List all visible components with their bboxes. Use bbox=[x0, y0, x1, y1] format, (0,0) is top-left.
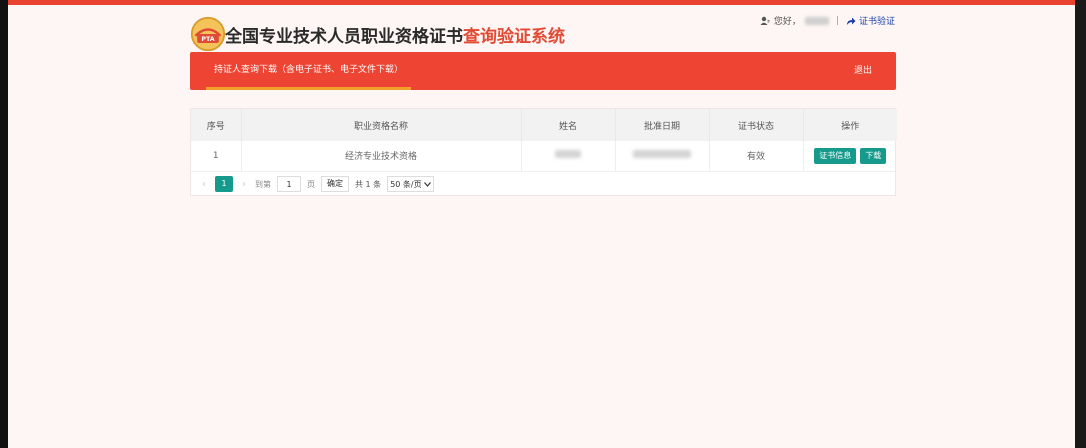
col-header-index: 序号 bbox=[191, 109, 242, 141]
goto-prefix: 到第 bbox=[255, 179, 271, 189]
certificate-table-card: 序号 职业资格名称 姓名 批准日期 证书状态 操作 1 经济专业技术资格 有效 … bbox=[190, 108, 897, 196]
prev-page-icon[interactable]: ‹ bbox=[199, 179, 209, 190]
pta-logo-icon: PTA bbox=[190, 16, 226, 52]
user-icon bbox=[760, 16, 770, 25]
title-accent: 查询验证系统 bbox=[463, 27, 565, 47]
user-area: 您好， | 证书验证 bbox=[760, 14, 895, 27]
cell-qualification: 经济专业技术资格 bbox=[241, 141, 522, 172]
total-count: 共 1 条 bbox=[355, 179, 382, 189]
table-row: 1 经济专业技术资格 有效 证书信息 下载 bbox=[191, 141, 897, 172]
goto-suffix: 页 bbox=[307, 179, 315, 189]
tab-holder-query-download[interactable]: 持证人查询下载（含电子证书、电子文件下载） bbox=[206, 52, 412, 90]
chevron-down-icon bbox=[423, 181, 431, 187]
col-header-name: 姓名 bbox=[521, 109, 616, 141]
share-arrow-icon bbox=[846, 17, 856, 25]
download-button[interactable]: 下载 bbox=[860, 147, 887, 164]
col-header-approval-date: 批准日期 bbox=[615, 109, 710, 141]
cell-name bbox=[521, 141, 616, 172]
top-accent-strip bbox=[8, 0, 1075, 5]
goto-page-input[interactable] bbox=[277, 176, 301, 192]
verify-certificate-link[interactable]: 证书验证 bbox=[846, 14, 895, 27]
username-redacted bbox=[804, 16, 829, 25]
cell-actions: 证书信息 下载 bbox=[803, 141, 897, 172]
app-window: PTA 全国专业技术人员职业资格证书查询验证系统 您好， | 证书验证 持证人查… bbox=[8, 0, 1075, 448]
certificate-info-button[interactable]: 证书信息 bbox=[814, 147, 857, 164]
main-nav-bar: 持证人查询下载（含电子证书、电子文件下载） 退出 bbox=[190, 52, 896, 90]
col-header-status: 证书状态 bbox=[709, 109, 804, 141]
date-redacted bbox=[633, 150, 691, 159]
certificate-table: 序号 职业资格名称 姓名 批准日期 证书状态 操作 1 经济专业技术资格 有效 … bbox=[191, 109, 897, 172]
next-page-icon[interactable]: › bbox=[239, 179, 249, 190]
logout-button[interactable]: 退出 bbox=[854, 52, 872, 90]
cell-approval-date bbox=[615, 141, 710, 172]
window-edge bbox=[1075, 0, 1086, 448]
table-header-row: 序号 职业资格名称 姓名 批准日期 证书状态 操作 bbox=[191, 109, 897, 141]
logo-text: PTA bbox=[201, 36, 214, 43]
pagination: ‹ 1 › 到第 页 确定 共 1 条 50 条/页 bbox=[199, 176, 434, 192]
goto-confirm-button[interactable]: 确定 bbox=[321, 176, 349, 192]
title-main: 全国专业技术人员职业资格证书 bbox=[225, 27, 463, 47]
page-title: 全国专业技术人员职业资格证书查询验证系统 bbox=[225, 22, 565, 47]
verify-link-label: 证书验证 bbox=[858, 17, 895, 27]
col-header-qualification: 职业资格名称 bbox=[241, 109, 522, 141]
page-size-value: 50 条/页 bbox=[390, 179, 422, 189]
cell-index: 1 bbox=[191, 141, 242, 172]
page-number-current[interactable]: 1 bbox=[215, 176, 233, 192]
name-redacted bbox=[555, 150, 581, 159]
cell-status: 有效 bbox=[709, 141, 804, 172]
page-size-select[interactable]: 50 条/页 bbox=[387, 176, 434, 192]
greeting-text: 您好， bbox=[773, 17, 801, 27]
header-separator: | bbox=[835, 15, 839, 26]
col-header-actions: 操作 bbox=[803, 109, 897, 141]
